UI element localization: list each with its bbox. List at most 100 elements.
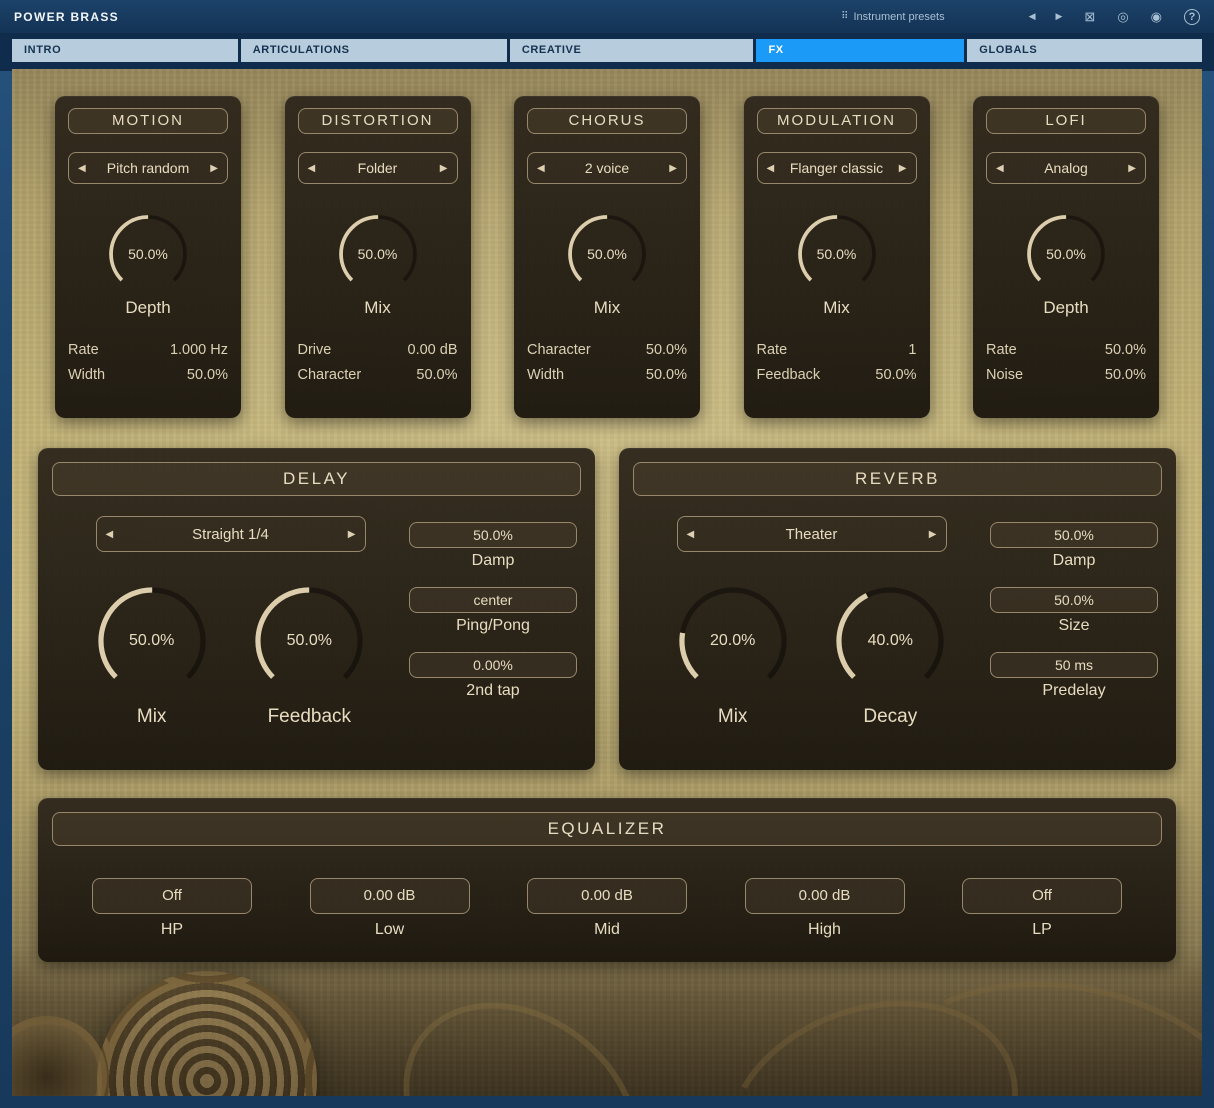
equalizer-title: EQUALIZER [52,812,1162,846]
reverb-mix-knob[interactable]: 20.0% [675,583,791,699]
param-name: Width [68,367,105,383]
param-name: Rate [986,342,1017,358]
prev-arrow-icon[interactable]: ◀ [996,163,1004,174]
delay-preset-selector[interactable]: ◀ Straight 1/4 ▶ [96,516,366,552]
next-arrow-icon[interactable]: ▶ [440,163,448,174]
chorus-preset-selector[interactable]: ◀ 2 voice ▶ [527,152,687,184]
distortion-title: DISTORTION [298,108,458,134]
knob-label: Decay [832,706,948,728]
field-value[interactable]: 0.00% [409,652,577,678]
param-value[interactable]: 50.0% [875,367,916,383]
delay-feedback-knob[interactable]: 50.0% [251,583,367,699]
prev-arrow-icon[interactable]: ◀ [106,529,114,540]
next-arrow-icon[interactable]: ▶ [929,529,937,540]
param-value[interactable]: 1 [908,342,916,358]
field-label: LP [962,921,1122,939]
param-row: Character 50.0% [298,367,458,383]
delay-fields: 50.0% Damp center Ping/Pong 0.00% 2nd ta… [409,496,581,728]
field-label: Low [310,921,470,939]
knob-value: 50.0% [251,583,367,699]
modulation-preset-selector[interactable]: ◀ Flanger classic ▶ [757,152,917,184]
eq-hp-band: Off HP [92,878,252,939]
param-row: Width 50.0% [527,367,687,383]
field-value[interactable]: 0.00 dB [310,878,470,914]
motion-preset-value: Pitch random [86,160,211,176]
field-value[interactable]: 0.00 dB [745,878,905,914]
prev-arrow-icon[interactable]: ◀ [308,163,316,174]
next-arrow-icon[interactable]: ▶ [1128,163,1136,174]
tab-creative[interactable]: CREATIVE [510,39,754,62]
param-name: Feedback [757,367,821,383]
next-preset-button[interactable]: ▶ [1055,12,1062,21]
modulation-mix-knob[interactable]: 50.0% [795,212,879,296]
next-arrow-icon[interactable]: ▶ [210,163,218,174]
reverb-knobs: 20.0% Mix 40.0% Decay [633,583,990,728]
param-value[interactable]: 50.0% [646,342,687,358]
distortion-preset-selector[interactable]: ◀ Folder ▶ [298,152,458,184]
param-value[interactable]: 50.0% [646,367,687,383]
distortion-params: Drive 0.00 dB Character 50.0% [298,342,458,383]
field-value[interactable]: center [409,587,577,613]
next-arrow-icon[interactable]: ▶ [899,163,907,174]
param-value[interactable]: 50.0% [416,367,457,383]
motion-preset-selector[interactable]: ◀ Pitch random ▶ [68,152,228,184]
field-value[interactable]: Off [92,878,252,914]
param-value[interactable]: 50.0% [1105,367,1146,383]
tab-intro[interactable]: INTRO [12,39,238,62]
prev-arrow-icon[interactable]: ◀ [78,163,86,174]
param-value[interactable]: 50.0% [187,367,228,383]
lofi-params: Rate 50.0% Noise 50.0% [986,342,1146,383]
prev-arrow-icon[interactable]: ◀ [687,529,695,540]
background-artwork [12,946,1202,1096]
help-icon[interactable]: ? [1184,9,1200,25]
modulation-module: MODULATION ◀ Flanger classic ▶ 50.0% Mix… [744,96,930,418]
field-value[interactable]: 0.00 dB [527,878,687,914]
lofi-module: LOFI ◀ Analog ▶ 50.0% Depth Rate 50.0% [973,96,1159,418]
next-arrow-icon[interactable]: ▶ [669,163,677,174]
param-row: Rate 50.0% [986,342,1146,358]
param-value[interactable]: 50.0% [1105,342,1146,358]
knob-value: 40.0% [832,583,948,699]
delay-mix-knob[interactable]: 50.0% [94,583,210,699]
reverb-preset-selector[interactable]: ◀ Theater ▶ [677,516,947,552]
field-value[interactable]: Off [962,878,1122,914]
eq-mid-band: 0.00 dB Mid [527,878,687,939]
lofi-preset-selector[interactable]: ◀ Analog ▶ [986,152,1146,184]
eye-icon[interactable]: ◉ [1151,10,1162,23]
save-icon[interactable]: ⊠ [1084,10,1095,23]
instrument-presets-button[interactable]: ⠿ Instrument presets [841,11,944,23]
plugin-title: POWER BRASS [14,10,119,24]
param-name: Character [527,342,591,358]
prev-preset-button[interactable]: ◀ [1029,12,1036,21]
tab-globals[interactable]: GLOBALS [967,39,1202,62]
delay-body: ◀ Straight 1/4 ▶ 50.0% Mix [52,496,581,728]
motion-depth-knob[interactable]: 50.0% [106,212,190,296]
reverb-panel: REVERB ◀ Theater ▶ 20.0% [619,448,1176,770]
tab-fx[interactable]: FX [756,39,964,62]
chorus-mix-knob[interactable]: 50.0% [565,212,649,296]
prev-arrow-icon[interactable]: ◀ [767,163,775,174]
next-arrow-icon[interactable]: ▶ [348,529,356,540]
motion-params: Rate 1.000 Hz Width 50.0% [68,342,228,383]
field-value[interactable]: 50.0% [990,587,1158,613]
reverb-decay-knob[interactable]: 40.0% [832,583,948,699]
knob-label: Feedback [251,706,367,728]
tab-articulations[interactable]: ARTICULATIONS [241,39,507,62]
knob-label: Mix [298,298,458,318]
param-value[interactable]: 1.000 Hz [170,342,228,358]
field-value[interactable]: 50.0% [990,522,1158,548]
equalizer-bands: Off HP 0.00 dB Low 0.00 dB Mid 0.00 dB H… [52,878,1162,939]
field-value[interactable]: 50.0% [409,522,577,548]
lofi-depth-knob[interactable]: 50.0% [1024,212,1108,296]
reverb-left: ◀ Theater ▶ 20.0% Mix [633,496,990,728]
knob-label: Mix [675,706,791,728]
field-label: High [745,921,905,939]
prev-arrow-icon[interactable]: ◀ [537,163,545,174]
settings-circle-icon[interactable]: ◎ [1117,10,1128,23]
modulation-title: MODULATION [757,108,917,134]
param-value[interactable]: 0.00 dB [408,342,458,358]
knob-label: Mix [757,298,917,318]
field-value[interactable]: 50 ms [990,652,1158,678]
distortion-mix-knob[interactable]: 50.0% [336,212,420,296]
eq-high-band: 0.00 dB High [745,878,905,939]
